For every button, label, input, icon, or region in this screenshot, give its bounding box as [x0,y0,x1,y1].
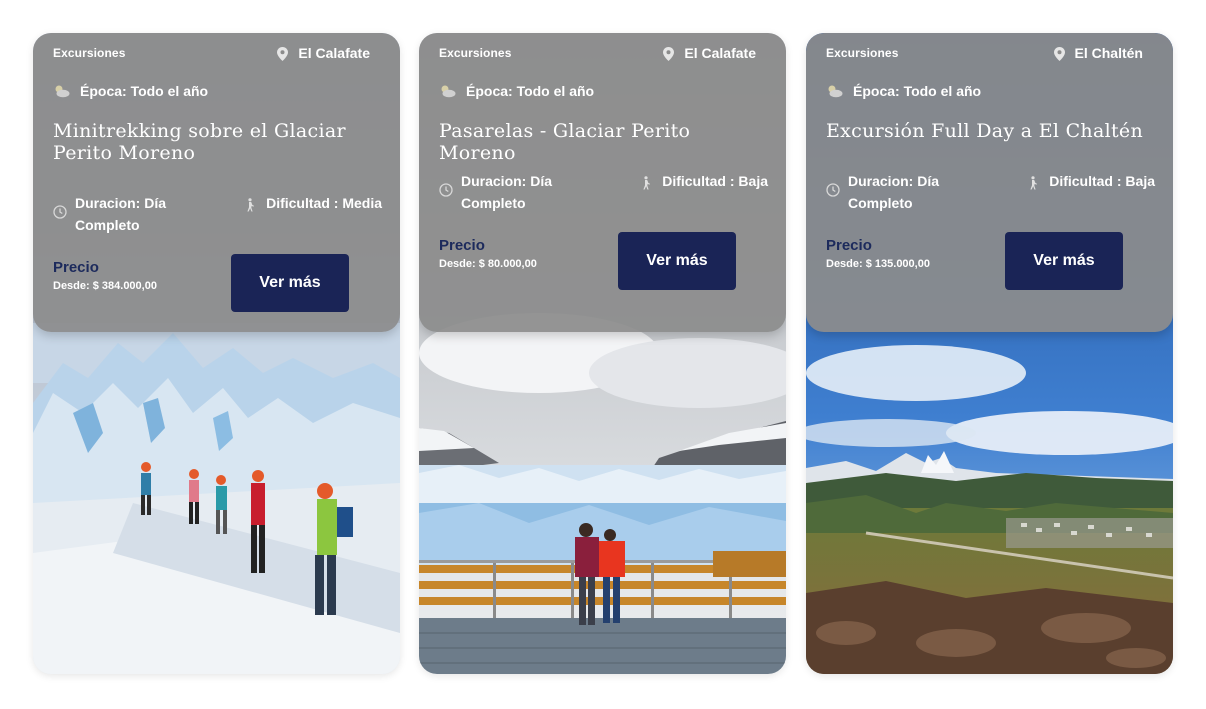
price-label: Precio [53,259,99,276]
duration: Duracion: Día Completo [439,170,589,214]
clock-icon [439,181,453,197]
clock-icon [53,203,67,219]
duration: Duracion: Día Completo [826,170,976,214]
card-info-panel: Excursiones El Calafate Época: Todo el a… [33,33,400,332]
price-label: Precio [439,237,485,254]
price-label: Precio [826,237,872,254]
season: Época: Todo el año [826,83,981,99]
excursion-card[interactable]: Excursiones El Chaltén Época: Todo el añ… [806,33,1173,674]
duration-label: Duracion: Día Completo [461,173,553,211]
excursion-meta: Duracion: Día Completo Dificultad : Baja [439,170,768,214]
hiker-icon [1027,174,1039,190]
price-value: Desde: $ 135.000,00 [826,258,930,270]
card-info-panel: Excursiones El Calafate Época: Todo el a… [419,33,786,332]
duration-label: Duracion: Día Completo [848,173,940,211]
excursion-title: Excursión Full Day a El Chaltén [826,120,1143,142]
location-label: El Calafate [298,45,370,61]
difficulty-label: Dificultad : Baja [1049,173,1155,189]
clock-icon [826,181,840,197]
season: Época: Todo el año [53,83,208,99]
location: El Chaltén [1053,45,1143,61]
ver-mas-button[interactable]: Ver más [618,232,736,290]
season-label: Época: Todo el año [80,83,209,99]
price-value: Desde: $ 384.000,00 [53,280,157,292]
location-pin-icon [277,46,289,61]
partly-cloudy-icon [439,84,456,98]
partly-cloudy-icon [826,84,843,98]
location-label: El Calafate [684,45,756,61]
excursion-title: Pasarelas - Glaciar Perito Moreno [439,120,691,164]
price-block: Precio Desde: $ 135.000,00 [826,237,930,270]
location-label: El Chaltén [1074,45,1143,61]
excursion-meta: Duracion: Día Completo Dificultad : Medi… [53,192,382,236]
ver-mas-button[interactable]: Ver más [1005,232,1123,290]
price-block: Precio Desde: $ 384.000,00 [53,259,157,292]
excursion-card[interactable]: Excursiones El Calafate Época: Todo el a… [33,33,400,674]
ver-mas-button[interactable]: Ver más [231,254,349,312]
difficulty: Dificultad : Baja [1027,170,1155,214]
location: El Calafate [663,45,756,61]
difficulty: Dificultad : Baja [640,170,768,214]
hiker-icon [640,174,652,190]
location-pin-icon [1053,46,1065,61]
category-label: Excursiones [53,46,126,60]
season: Época: Todo el año [439,83,594,99]
excursion-meta: Duracion: Día Completo Dificultad : Baja [826,170,1155,214]
excursion-title: Minitrekking sobre el Glaciar Perito Mor… [53,120,346,164]
difficulty-label: Dificultad : Media [266,195,382,211]
price-block: Precio Desde: $ 80.000,00 [439,237,537,270]
difficulty-label: Dificultad : Baja [662,173,768,189]
category-label: Excursiones [439,46,512,60]
card-info-panel: Excursiones El Chaltén Época: Todo el añ… [806,33,1173,332]
duration-label: Duracion: Día Completo [75,195,167,233]
hiker-icon [244,196,256,212]
difficulty: Dificultad : Media [244,192,382,236]
location-pin-icon [663,46,675,61]
location: El Calafate [277,45,370,61]
partly-cloudy-icon [53,84,70,98]
category-label: Excursiones [826,46,899,60]
season-label: Época: Todo el año [466,83,595,99]
duration: Duracion: Día Completo [53,192,203,236]
season-label: Época: Todo el año [853,83,982,99]
excursion-card[interactable]: Excursiones El Calafate Época: Todo el a… [419,33,786,674]
price-value: Desde: $ 80.000,00 [439,258,537,270]
